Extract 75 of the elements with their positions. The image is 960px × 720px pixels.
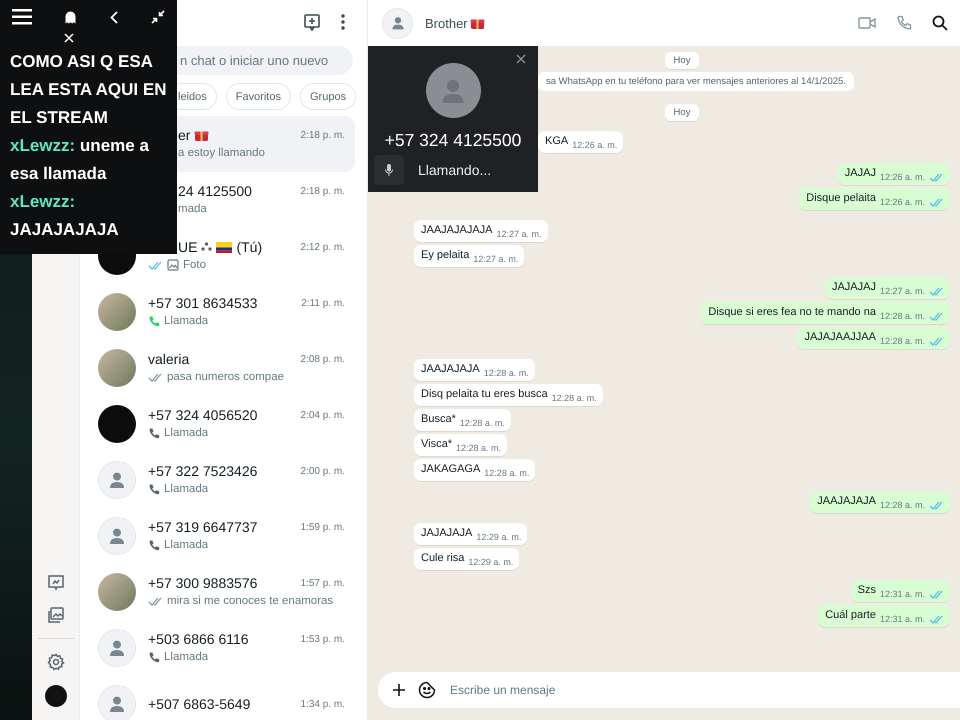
message-text: JAJAJAJ bbox=[832, 281, 876, 295]
message-time: 12:26 a. m. bbox=[880, 172, 925, 182]
chat-preview: Llamada bbox=[164, 483, 208, 495]
chat-name: +57 319 6647737 bbox=[148, 519, 258, 535]
call-status: Llamando... bbox=[418, 162, 492, 178]
chat-name: valeria bbox=[148, 351, 190, 367]
message-text: JAJAJ bbox=[844, 167, 876, 181]
message-text: Ey pelaita bbox=[421, 249, 470, 263]
message-text: JAAJAJAJA bbox=[817, 495, 876, 509]
chat-name: +57 300 9883576 bbox=[148, 575, 258, 591]
chat-name: UE bbox=[178, 239, 198, 255]
message-time: 12:28 a. m. bbox=[484, 468, 530, 478]
message-time: 12:28 a. m. bbox=[880, 500, 925, 510]
chat-time: 1:59 p. m. bbox=[300, 522, 345, 532]
chat-message: xLewzz: JAJAJAJAJA bbox=[10, 191, 120, 241]
date-chip: Hoy bbox=[664, 104, 700, 121]
message-time: 12:29 a. m. bbox=[468, 557, 514, 567]
message-time: 12:31 a. m. bbox=[880, 589, 925, 599]
message-text: JAJAJAAJJAA bbox=[804, 331, 876, 345]
message-time: 12:28 a. m. bbox=[484, 368, 529, 378]
chat-name: +503 6866 6116 bbox=[148, 631, 249, 647]
chat-time: 2:11 p. m. bbox=[301, 298, 345, 308]
chat-time: 2:00 p. m. bbox=[300, 466, 345, 476]
chat-name: +57 322 7523426 bbox=[148, 463, 258, 479]
chat-name: +507 6863-5649 bbox=[148, 696, 250, 712]
message-text: Disque pelaita bbox=[806, 192, 876, 206]
chat-time: 2:12 p. m. bbox=[300, 242, 345, 252]
chat-preview: Llamada bbox=[164, 539, 208, 551]
chat-preview: Llamada bbox=[164, 651, 208, 663]
chat-preview: Llamada bbox=[164, 315, 208, 327]
message-text: Visca* bbox=[421, 438, 452, 452]
chat-preview: pasa numeros compae bbox=[167, 371, 284, 383]
date-chip: Hoy bbox=[664, 52, 700, 69]
system-message: sa WhatsApp en tu teléfono para ver mensajes anteriores al 14/1/2025. bbox=[538, 72, 854, 91]
message-text: Busca* bbox=[421, 413, 456, 427]
message-text: JAAJAJAJA bbox=[421, 363, 480, 377]
chat-time: 2:18 p. m. bbox=[300, 186, 345, 196]
chat-time: 2:08 p. m. bbox=[300, 354, 345, 364]
chat-time: 2:04 p. m. bbox=[300, 410, 345, 420]
message-time: 12:28 a. m. bbox=[880, 311, 925, 321]
message-time: 12:27 a. m. bbox=[496, 229, 542, 239]
message-time: 12:28 a. m. bbox=[880, 336, 925, 346]
chat-name-suffix: (Tú) bbox=[236, 239, 262, 255]
caller-number: +57 324 4125500 bbox=[384, 130, 522, 151]
chat-name: +57 324 4056520 bbox=[148, 407, 258, 423]
message-text: Szs bbox=[858, 584, 876, 598]
message-time: 12:27 a. m. bbox=[473, 254, 518, 264]
message-time: 12:28 a. m. bbox=[456, 443, 502, 453]
message-time: 12:29 a. m. bbox=[476, 532, 522, 542]
message-text: Disq pelaita tu eres busca bbox=[421, 388, 548, 402]
message-text: JAJAJAJA bbox=[421, 527, 472, 541]
message-text: Cule risa bbox=[421, 552, 464, 566]
chat-preview: a estoy llamando bbox=[178, 147, 265, 159]
chat-preview: mira si me conoces te enamoras bbox=[167, 595, 334, 607]
chat-time: 1:57 p. m. bbox=[300, 578, 345, 588]
chat-name: er bbox=[178, 127, 190, 143]
message-text: Cuál parte bbox=[825, 609, 876, 623]
chat-preview: mada bbox=[178, 203, 207, 215]
message-time: 12:27 a. m. bbox=[880, 286, 925, 296]
chat-time: 2:18 p. m. bbox=[300, 130, 345, 140]
message-text: JAAJAJAJAJA bbox=[421, 224, 493, 238]
chat-time: 1:53 p. m. bbox=[300, 634, 345, 644]
chat-name: 24 4125500 bbox=[178, 183, 252, 199]
message-time: 12:31 a. m. bbox=[880, 614, 925, 624]
message-text: KGA bbox=[545, 135, 568, 149]
chat-preview: Llamada bbox=[164, 427, 208, 439]
message-time: 12:26 a. m. bbox=[572, 140, 618, 150]
message-time: 12:28 a. m. bbox=[460, 418, 505, 428]
chat-preview: Foto bbox=[183, 259, 206, 271]
message-time: 12:28 a. m. bbox=[552, 393, 597, 403]
chat-time: 1:34 p. m. bbox=[300, 698, 345, 710]
message-time: 12:26 a. m. bbox=[880, 197, 925, 207]
message-text: Disque si eres fea no te mando na bbox=[708, 306, 876, 320]
chat-name: +57 301 8634533 bbox=[148, 295, 258, 311]
message-text: JAKAGAGA bbox=[421, 463, 480, 477]
